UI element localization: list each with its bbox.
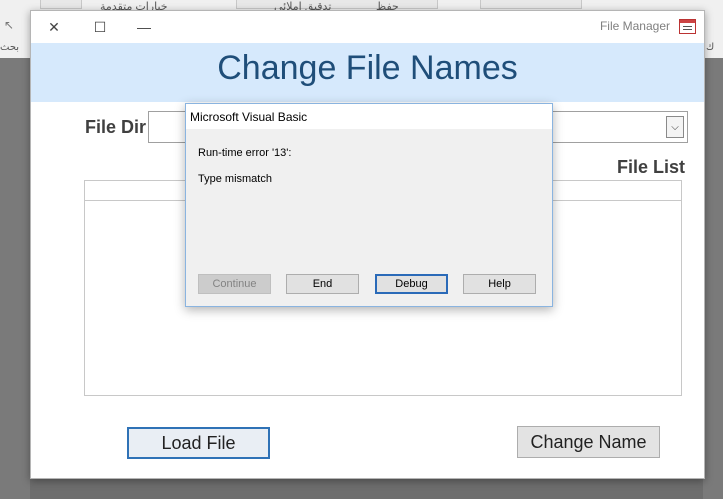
window-title: File Manager	[599, 19, 670, 33]
load-file-button[interactable]: Load File	[127, 427, 270, 459]
dialog-titlebar[interactable]: Microsoft Visual Basic	[186, 104, 552, 129]
page-title: Change File Names	[217, 49, 518, 87]
file-list-label: File List	[617, 157, 686, 177]
host-background-right	[703, 58, 723, 499]
dropdown-button[interactable]: ⌵	[666, 116, 684, 138]
chevron-down-icon: ⌵	[671, 121, 679, 133]
error-code: Run-time error '13':	[198, 147, 292, 159]
error-message: Type mismatch	[198, 173, 272, 185]
error-dialog: Microsoft Visual Basic Run-time error '1…	[185, 103, 553, 307]
header-banner: Change File Names	[31, 43, 704, 102]
cursor-arrow-icon: ↖	[4, 18, 15, 32]
end-button[interactable]: End	[286, 274, 359, 294]
file-dir-label: File Dir	[85, 117, 147, 137]
host-side-label-right: ك	[706, 42, 715, 53]
change-name-button[interactable]: Change Name	[517, 426, 660, 458]
help-button[interactable]: Help	[463, 274, 536, 294]
close-button[interactable]: ✕	[40, 15, 68, 39]
ribbon-fragment	[236, 0, 438, 9]
maximize-icon: ☐	[93, 18, 107, 35]
host-background-left	[0, 58, 30, 499]
ribbon-fragment	[40, 0, 82, 9]
minimize-icon: —	[137, 19, 151, 35]
continue-button[interactable]: Continue	[198, 274, 271, 294]
host-side-label: بحث	[0, 42, 20, 53]
maximize-button[interactable]: ☐	[86, 15, 114, 39]
userform-icon	[679, 19, 696, 34]
minimize-button[interactable]: —	[130, 15, 158, 39]
close-icon: ✕	[48, 18, 60, 35]
ribbon-fragment	[480, 0, 582, 9]
window-titlebar: ✕ ☐ — File Manager	[31, 11, 704, 43]
dialog-title: Microsoft Visual Basic	[190, 110, 308, 124]
debug-button[interactable]: Debug	[375, 274, 448, 294]
